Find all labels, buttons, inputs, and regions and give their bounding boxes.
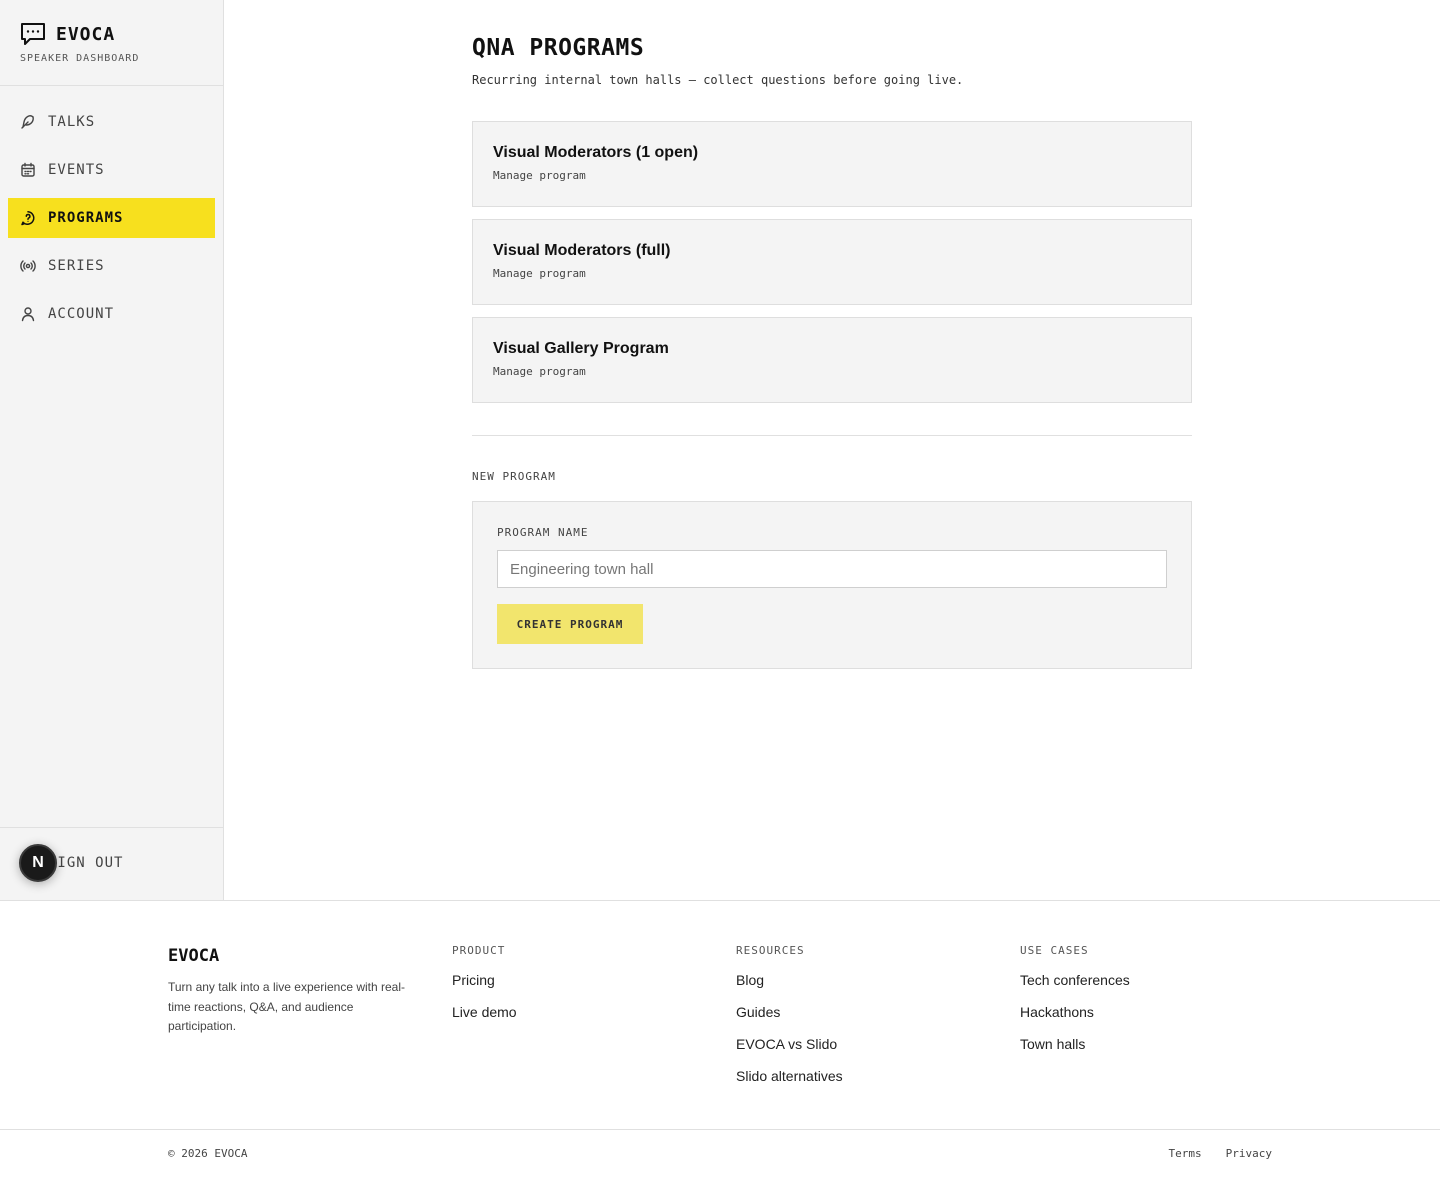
program-name: Visual Moderators (1 open) bbox=[493, 144, 699, 161]
user-icon bbox=[20, 306, 36, 322]
footer-column-use-cases: USE CASES Tech conferences Hackathons To… bbox=[1020, 942, 1130, 1054]
legal-links: Terms Privacy bbox=[1169, 1147, 1272, 1160]
main-content: QNA PROGRAMS Recurring internal town hal… bbox=[472, 0, 1192, 669]
footer-link-tech-conferences[interactable]: Tech conferences bbox=[1020, 972, 1130, 990]
footer-brand[interactable]: EVOCA bbox=[168, 946, 408, 966]
section-divider bbox=[472, 435, 1192, 436]
sidebar-item-talks[interactable]: TALKS bbox=[8, 102, 215, 142]
manage-program-link[interactable]: Manage program bbox=[493, 267, 1171, 280]
program-name-input[interactable] bbox=[497, 550, 1167, 588]
new-program-heading: NEW PROGRAM bbox=[472, 470, 556, 483]
sidebar-item-label: PROGRAMS bbox=[48, 210, 124, 226]
program-name: Visual Moderators (full) bbox=[493, 242, 671, 259]
sign-out-button[interactable]: SIGN OUT bbox=[48, 855, 123, 871]
brand-name: EVOCA bbox=[56, 23, 116, 45]
footer-link-pricing[interactable]: Pricing bbox=[452, 972, 517, 990]
sidebar-item-label: EVENTS bbox=[48, 162, 105, 178]
new-program-form: PROGRAM NAME CREATE PROGRAM bbox=[472, 501, 1192, 669]
radio-icon bbox=[20, 258, 36, 274]
help-circle-icon bbox=[20, 210, 36, 226]
brand-block: EVOCA SPEAKER DASHBOARD bbox=[0, 0, 223, 86]
footer-column-resources: RESOURCES Blog Guides EVOCA vs Slido Sli… bbox=[736, 942, 843, 1086]
brand-logo[interactable]: EVOCA bbox=[20, 22, 223, 46]
footer-column-product: PRODUCT Pricing Live demo bbox=[452, 942, 517, 1022]
footer-link-evoca-vs-slido[interactable]: EVOCA vs Slido bbox=[736, 1036, 843, 1054]
program-card[interactable]: Visual Gallery Program Manage program bbox=[472, 317, 1192, 403]
sidebar-nav: TALKS EVENTS PROGRAMS SERIES ACCOUNT bbox=[0, 86, 223, 334]
manage-program-link[interactable]: Manage program bbox=[493, 365, 1171, 378]
footer-description: Turn any talk into a live experience wit… bbox=[168, 980, 405, 1033]
footer-link-hackathons[interactable]: Hackathons bbox=[1020, 1004, 1130, 1022]
message-dots-icon bbox=[20, 22, 46, 46]
sidebar-item-label: TALKS bbox=[48, 114, 96, 130]
sidebar-item-events[interactable]: EVENTS bbox=[8, 150, 215, 190]
sidebar-footer: SIGN OUT N bbox=[0, 827, 223, 901]
sidebar-item-series[interactable]: SERIES bbox=[8, 246, 215, 286]
program-name-label: PROGRAM NAME bbox=[497, 526, 589, 539]
footer-link-town-halls[interactable]: Town halls bbox=[1020, 1036, 1130, 1054]
sidebar-item-account[interactable]: ACCOUNT bbox=[8, 294, 215, 334]
dev-tools-badge[interactable]: N bbox=[19, 844, 57, 882]
sidebar-item-label: ACCOUNT bbox=[48, 306, 115, 322]
program-list: Visual Moderators (1 open) Manage progra… bbox=[472, 121, 1192, 403]
terms-link[interactable]: Terms bbox=[1169, 1147, 1202, 1160]
feather-icon bbox=[20, 114, 36, 130]
program-card[interactable]: Visual Moderators (full) Manage program bbox=[472, 219, 1192, 305]
sidebar: EVOCA SPEAKER DASHBOARD TALKS EVENTS PRO… bbox=[0, 0, 224, 901]
privacy-link[interactable]: Privacy bbox=[1226, 1147, 1272, 1160]
footer-column-heading: RESOURCES bbox=[736, 944, 805, 957]
footer-column-heading: PRODUCT bbox=[452, 944, 506, 957]
footer-link-guides[interactable]: Guides bbox=[736, 1004, 843, 1022]
footer-link-blog[interactable]: Blog bbox=[736, 972, 843, 990]
footer-link-slido-alternatives[interactable]: Slido alternatives bbox=[736, 1068, 843, 1086]
footer-link-live-demo[interactable]: Live demo bbox=[452, 1004, 517, 1022]
manage-program-link[interactable]: Manage program bbox=[493, 169, 1171, 182]
footer-bottom-bar: © 2026 EVOCA Terms Privacy bbox=[0, 1129, 1440, 1178]
sidebar-item-programs[interactable]: PROGRAMS bbox=[8, 198, 215, 238]
footer-column-heading: USE CASES bbox=[1020, 944, 1089, 957]
page-subtitle: Recurring internal town halls — collect … bbox=[472, 73, 964, 87]
program-card[interactable]: Visual Moderators (1 open) Manage progra… bbox=[472, 121, 1192, 207]
calendar-icon bbox=[20, 162, 36, 178]
page-title: QNA PROGRAMS bbox=[472, 35, 645, 61]
copyright: © 2026 EVOCA bbox=[168, 1147, 248, 1160]
sidebar-item-label: SERIES bbox=[48, 258, 105, 274]
create-program-button[interactable]: CREATE PROGRAM bbox=[497, 604, 643, 644]
brand-subtitle: SPEAKER DASHBOARD bbox=[20, 53, 140, 64]
footer-brand-column: EVOCA Turn any talk into a live experien… bbox=[168, 942, 408, 1037]
program-name: Visual Gallery Program bbox=[493, 340, 669, 357]
site-footer: EVOCA Turn any talk into a live experien… bbox=[0, 900, 1440, 1178]
n-logo-icon: N bbox=[32, 854, 44, 871]
